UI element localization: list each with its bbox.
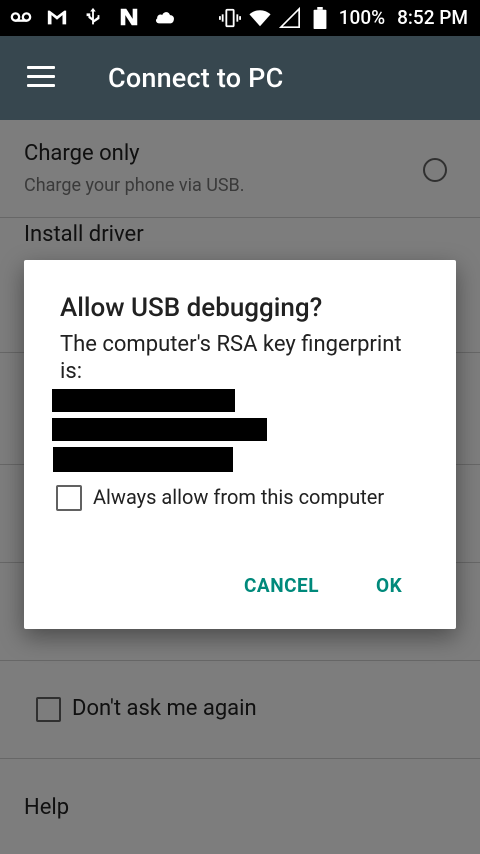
app-bar: Connect to PC xyxy=(0,36,480,120)
always-allow-label[interactable]: Always allow from this computer xyxy=(93,485,384,509)
cloud-icon xyxy=(155,12,174,24)
clock: 8:52 PM xyxy=(397,6,468,29)
dialog-message: The computer's RSA key fingerprint is: xyxy=(60,332,402,384)
signal-icon xyxy=(278,6,300,28)
vibrate-icon xyxy=(218,8,241,27)
menu-icon[interactable] xyxy=(27,66,55,88)
gmail-icon xyxy=(47,10,67,25)
ok-button[interactable]: OK xyxy=(376,574,402,597)
status-bar-left-icons xyxy=(10,6,176,28)
status-bar-right: 100% 8:52 PM xyxy=(218,6,468,29)
redacted-fingerprint-line-2 xyxy=(52,418,267,441)
dialog-title: Allow USB debugging? xyxy=(60,293,323,323)
always-allow-checkbox[interactable] xyxy=(56,485,82,511)
battery-icon xyxy=(313,6,327,29)
battery-percent: 100% xyxy=(338,6,386,29)
nfc-icon xyxy=(120,8,138,26)
voicemail-icon xyxy=(10,12,32,22)
wifi-icon xyxy=(249,9,271,26)
status-bar: 100% 8:52 PM xyxy=(0,0,480,36)
cancel-button[interactable]: CANCEL xyxy=(244,574,319,597)
redacted-fingerprint-line-3 xyxy=(53,447,233,472)
usb-icon xyxy=(86,7,100,25)
app-bar-title: Connect to PC xyxy=(108,62,284,94)
redacted-fingerprint-line-1 xyxy=(52,389,235,412)
usb-debugging-dialog: Allow USB debugging? The computer's RSA … xyxy=(24,260,456,629)
